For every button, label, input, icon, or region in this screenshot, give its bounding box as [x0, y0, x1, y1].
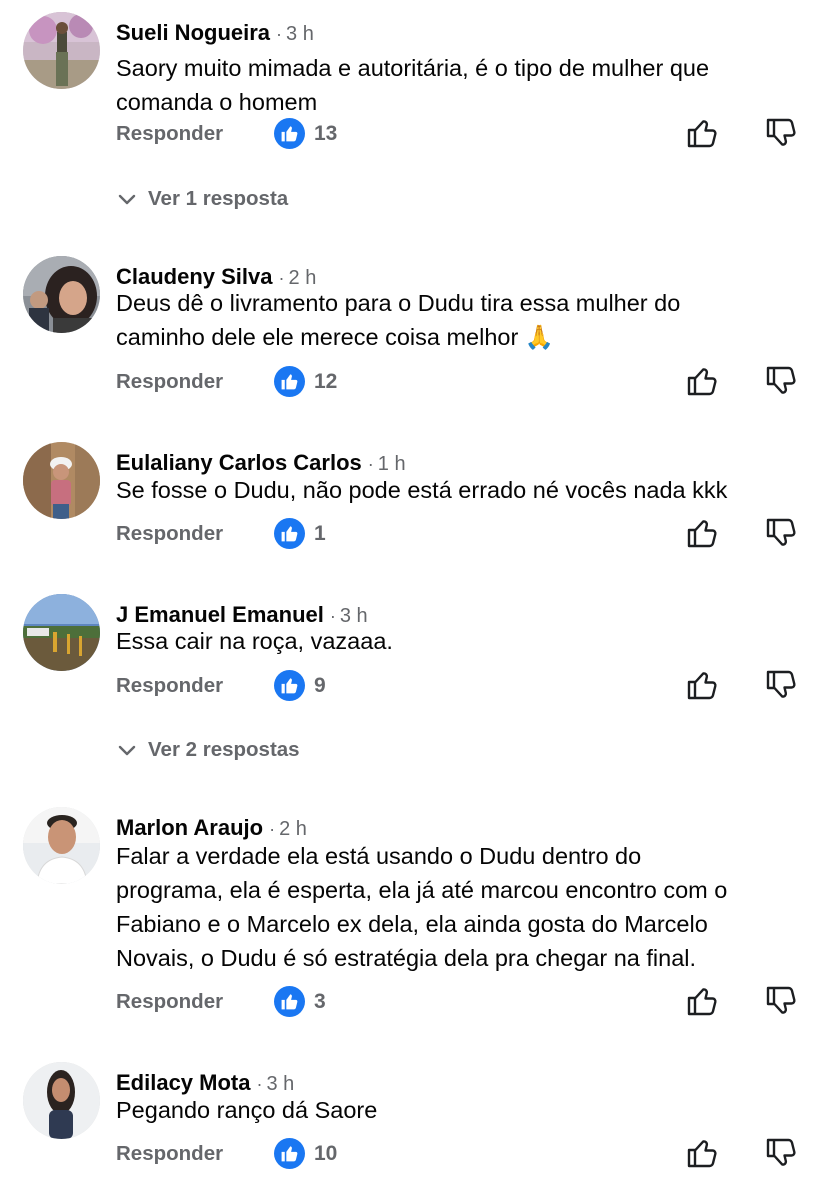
view-replies-button[interactable]: Ver 1 resposta — [116, 184, 288, 214]
reply-button[interactable]: Responder — [116, 1142, 223, 1166]
like-count: 10 — [314, 1142, 338, 1165]
comment-item: Marlon Araujo · 2 h Falar a verdade ela es… — [0, 807, 826, 1027]
comment-actions: Responder 3 — [0, 982, 826, 1022]
separator-dot: · — [278, 268, 285, 288]
thumbs-up-outline-icon[interactable] — [684, 115, 720, 151]
like-badge — [274, 986, 305, 1017]
thumbs-up-outline-icon[interactable] — [684, 983, 720, 1019]
comment-text: Se fosse o Dudu, não pode está errado né… — [116, 477, 728, 503]
comment-text: Essa cair na roça, vazaaa. — [116, 628, 393, 654]
avatar[interactable] — [23, 594, 100, 671]
comment-actions: Responder 9 — [0, 666, 826, 706]
author-name[interactable]: Edilacy Mota — [116, 1070, 250, 1095]
chevron-down-icon — [118, 194, 136, 205]
author-name[interactable]: Sueli Nogueira — [116, 20, 270, 45]
reply-button[interactable]: Responder — [116, 122, 223, 146]
reply-button[interactable]: Responder — [116, 522, 223, 546]
view-replies-button[interactable]: Ver 2 respostas — [116, 735, 300, 765]
thumbs-down-outline-icon[interactable] — [763, 983, 799, 1019]
comment-actions: Responder 10 — [0, 1134, 826, 1174]
timestamp[interactable]: 2 h — [279, 818, 307, 840]
timestamp[interactable]: 3 h — [266, 1073, 294, 1095]
comment-actions: Responder 13 — [0, 114, 826, 154]
separator-dot: · — [329, 606, 336, 626]
thumbs-up-icon — [281, 1146, 298, 1162]
avatar[interactable] — [23, 807, 100, 884]
comment-item: J Emanuel Emanuel · 3 h Essa cair na roça,… — [0, 594, 826, 769]
author-name[interactable]: Eulaliany Carlos Carlos — [116, 450, 362, 475]
thumbs-up-outline-icon[interactable] — [684, 363, 720, 399]
separator-dot: · — [367, 454, 374, 474]
comment-text: Pegando ranço dá Saore — [116, 1097, 378, 1123]
like-badge — [274, 366, 305, 397]
thumbs-down-outline-icon[interactable] — [763, 515, 799, 551]
avatar[interactable] — [23, 1062, 100, 1139]
comment-item: Sueli Nogueira · 3 h Saory muito mimada e … — [0, 12, 826, 222]
comment-text: Falar a verdade ela está usando o Dudu d… — [116, 843, 728, 971]
timestamp[interactable]: 3 h — [286, 23, 314, 45]
thumbs-up-icon — [281, 126, 298, 142]
chevron-down-icon — [118, 745, 136, 756]
thumbs-up-outline-icon[interactable] — [684, 1135, 720, 1171]
comment-header: Sueli Nogueira · 3 h — [116, 18, 314, 51]
thumbs-up-icon — [281, 526, 298, 542]
like-count: 9 — [314, 674, 326, 697]
separator-dot: · — [256, 1074, 263, 1094]
thumbs-up-outline-icon[interactable] — [684, 515, 720, 551]
comment-feed: Sueli Nogueira · 3 h Saory muito mimada e … — [0, 0, 826, 1199]
avatar[interactable] — [23, 256, 100, 333]
separator-dot: · — [276, 24, 283, 44]
thumbs-down-outline-icon[interactable] — [763, 115, 799, 151]
comment-actions: Responder 12 — [0, 362, 826, 402]
like-count: 12 — [314, 370, 338, 393]
reply-button[interactable]: Responder — [116, 370, 223, 394]
like-badge — [274, 670, 305, 701]
thumbs-up-icon — [281, 678, 298, 694]
separator-dot: · — [269, 819, 276, 839]
reply-button[interactable]: Responder — [116, 674, 223, 698]
comment-text: Deus dê o livramento para o Dudu tira es… — [116, 290, 681, 350]
comment-item: Eulaliany Carlos Carlos · 1 h Se fosse o D… — [0, 442, 826, 557]
thumbs-down-outline-icon[interactable] — [763, 363, 799, 399]
reply-button[interactable]: Responder — [116, 990, 223, 1014]
like-badge — [274, 118, 305, 149]
comment-text: Saory muito mimada e autoritária, é o ti… — [116, 55, 710, 115]
thumbs-up-outline-icon[interactable] — [684, 667, 720, 703]
like-count: 3 — [314, 990, 326, 1013]
comment-actions: Responder 1 — [0, 514, 826, 554]
avatar[interactable] — [23, 12, 100, 89]
timestamp[interactable]: 1 h — [378, 453, 406, 475]
like-badge — [274, 1138, 305, 1169]
thumbs-down-outline-icon[interactable] — [763, 667, 799, 703]
like-count: 1 — [314, 522, 326, 545]
like-count: 13 — [314, 122, 338, 145]
thumbs-up-icon — [281, 374, 298, 390]
author-name[interactable]: Marlon Araujo — [116, 815, 263, 840]
view-replies-label: Ver 1 resposta — [148, 187, 289, 210]
thumbs-up-icon — [281, 994, 298, 1010]
avatar[interactable] — [23, 442, 100, 519]
view-replies-label: Ver 2 respostas — [148, 738, 300, 761]
comment-item: Edilacy Mota · 3 h Pegando ranço dá Saore … — [0, 1062, 826, 1192]
like-badge — [274, 518, 305, 549]
thumbs-down-outline-icon[interactable] — [763, 1135, 799, 1171]
comment-item: Claudeny Silva · 2 h Deus dê o livramento … — [0, 256, 826, 406]
